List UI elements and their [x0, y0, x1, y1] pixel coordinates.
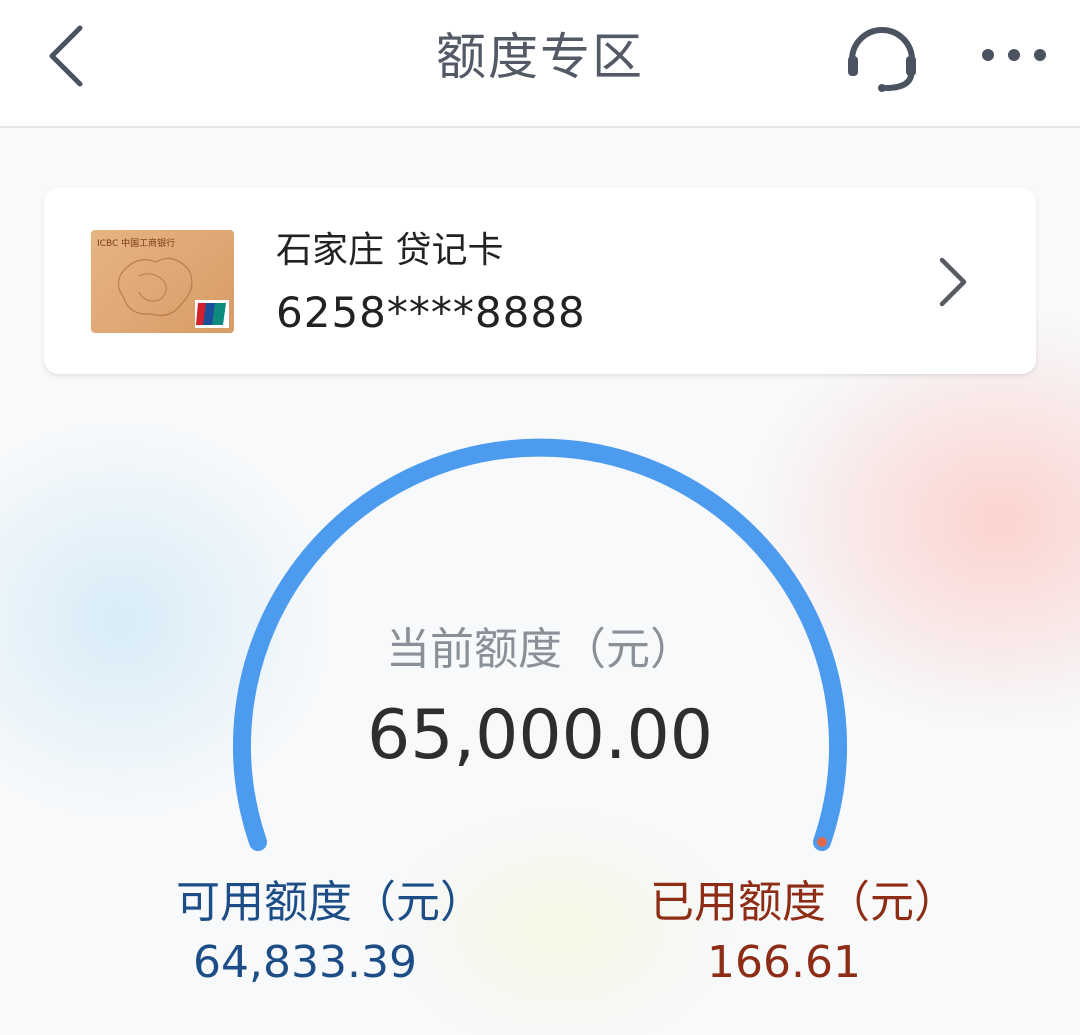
used-marker [817, 837, 827, 847]
current-limit-value: 65,000.00 [366, 696, 714, 775]
used-limit-label: 已用额度（元） [650, 877, 958, 928]
current-limit-label: 当前额度（元） [386, 624, 694, 675]
available-limit-label: 可用额度（元） [176, 877, 484, 928]
used-limit-value: 166.61 [707, 937, 861, 988]
available-limit-value: 64,833.39 [193, 937, 417, 988]
